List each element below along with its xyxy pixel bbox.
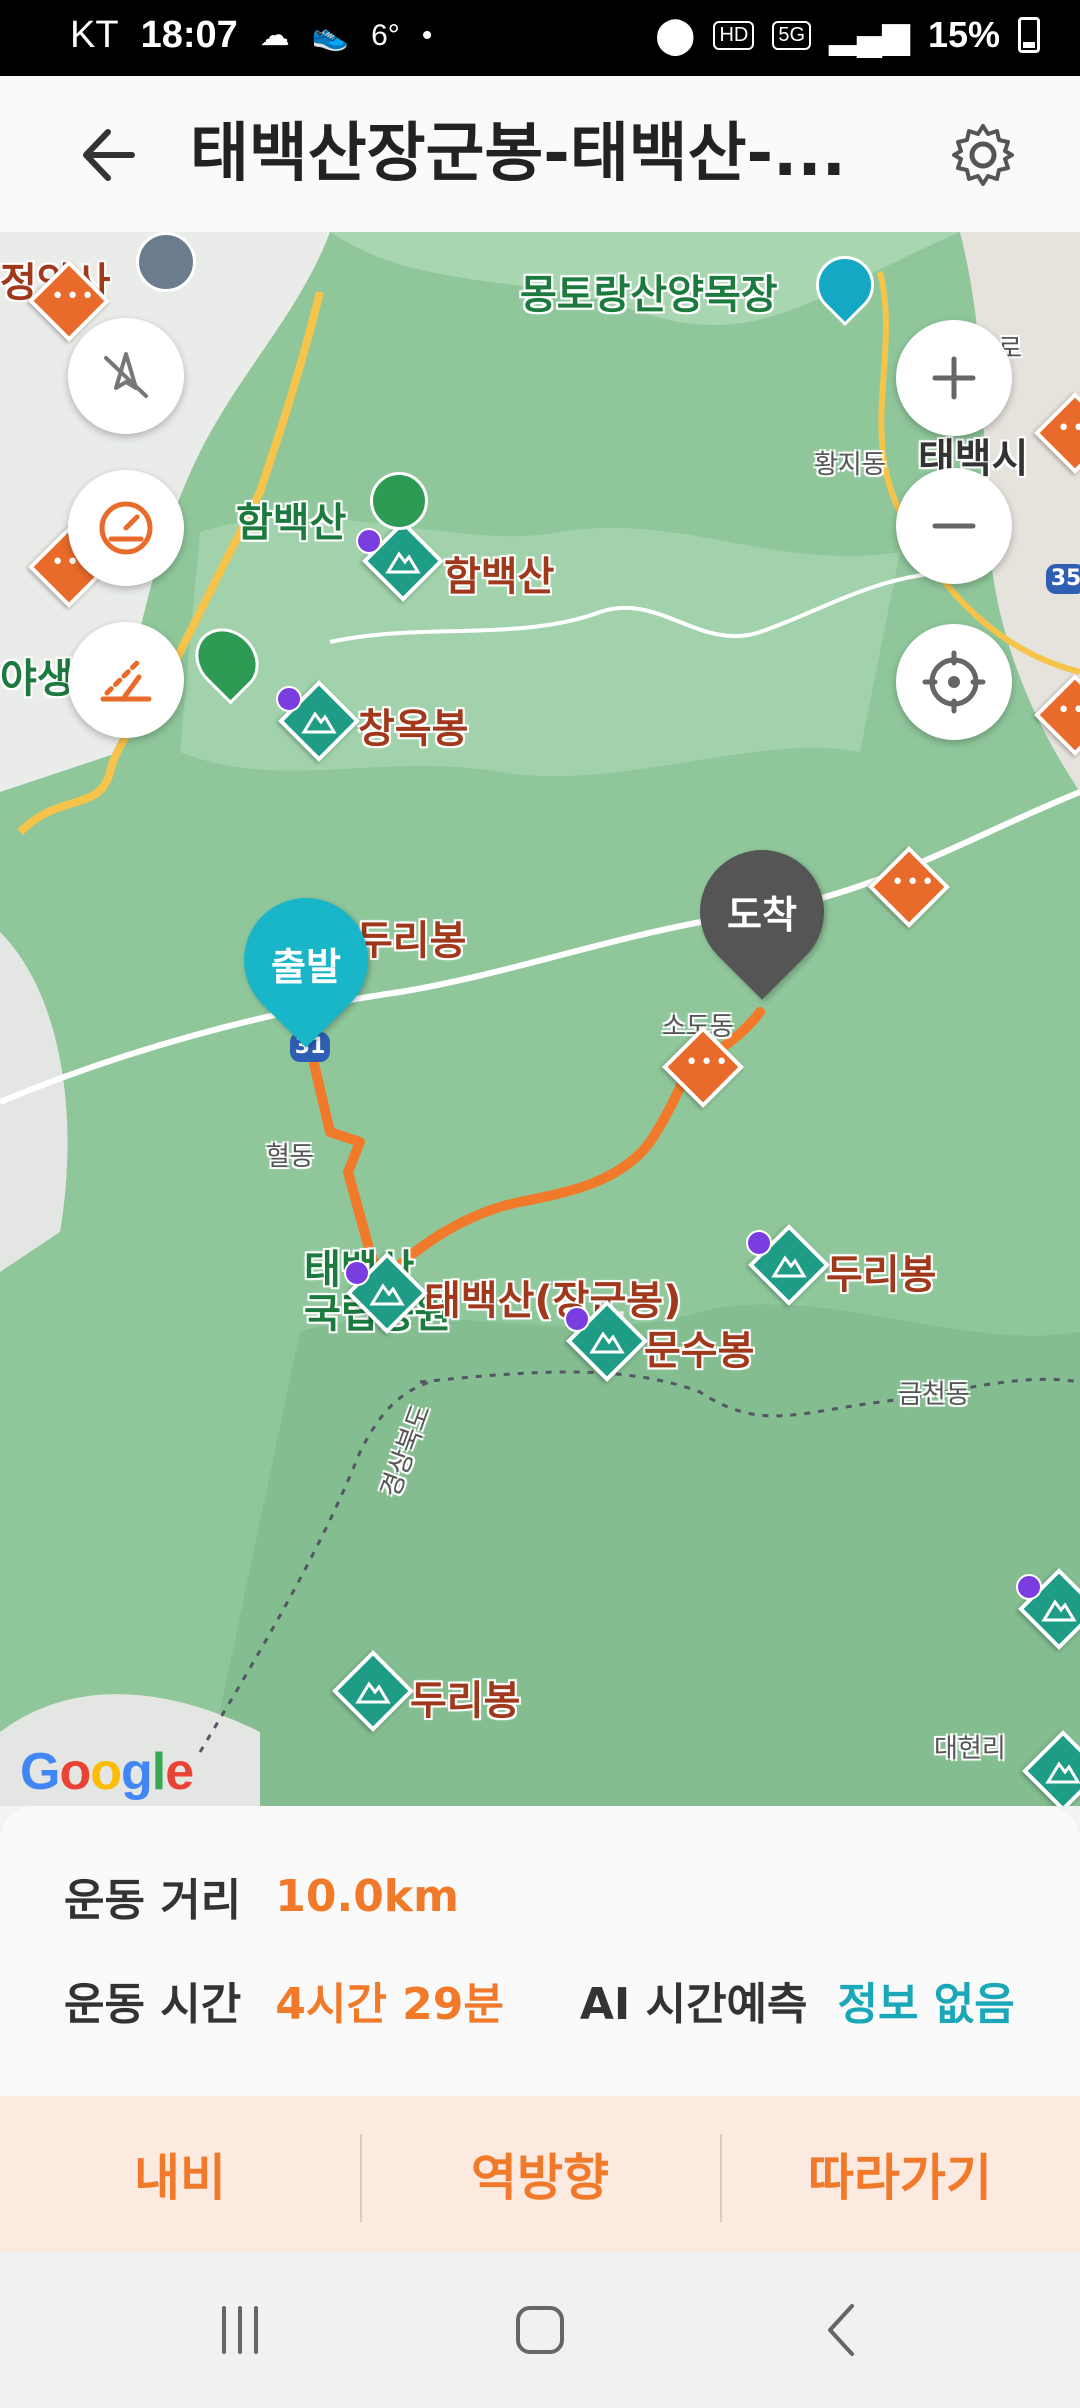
mountain-icon bbox=[771, 1255, 807, 1278]
elevation-button[interactable] bbox=[68, 622, 184, 738]
summit-badge-icon bbox=[276, 686, 302, 712]
minus-icon bbox=[932, 523, 976, 529]
location-icon: ⬤ bbox=[655, 14, 696, 55]
compass-toggle-button[interactable] bbox=[68, 318, 184, 434]
zoom-in-button[interactable] bbox=[896, 320, 1012, 436]
mountain-icon bbox=[1045, 1761, 1080, 1784]
speedometer-button[interactable] bbox=[68, 470, 184, 586]
network-badge: 5G bbox=[772, 20, 812, 50]
home-button[interactable] bbox=[510, 2300, 570, 2360]
hd-badge: HD bbox=[713, 20, 755, 50]
mountain-poi-icon[interactable] bbox=[370, 472, 428, 530]
carrier: KT bbox=[70, 14, 119, 56]
mountain-icon bbox=[385, 551, 421, 574]
my-location-button[interactable] bbox=[896, 624, 1012, 740]
label-hwangji: 황지동 bbox=[814, 450, 886, 480]
status-right: ⬤ HD 5G ▂▄▆ 15% bbox=[655, 14, 1040, 56]
home-icon bbox=[516, 2306, 564, 2354]
summit-badge-icon bbox=[344, 1260, 370, 1286]
summit-badge-icon bbox=[1016, 1574, 1042, 1600]
battery-icon bbox=[1018, 17, 1040, 53]
distance-row: 운동 거리 10.0km bbox=[64, 1864, 459, 1928]
weather-icon: ☁ bbox=[259, 19, 290, 52]
label-hambaeksan-green: 함백산 bbox=[236, 500, 347, 546]
label-hambaeksan: 함백산 bbox=[444, 554, 555, 600]
clock: 18:07 bbox=[140, 14, 238, 56]
label-munsu: 문수봉 bbox=[644, 1328, 755, 1374]
google-logo: Google bbox=[20, 1743, 194, 1801]
back-button[interactable] bbox=[74, 120, 144, 190]
distance-value: 10.0km bbox=[275, 1870, 459, 1922]
app-bar: 태백산장군봉-태백산-... bbox=[0, 76, 1080, 232]
compass-off-icon bbox=[104, 352, 148, 398]
elevation-icon bbox=[100, 658, 152, 702]
label-janggun: 태백산(장군봉) bbox=[424, 1278, 682, 1324]
ai-value: 정보 없음 bbox=[837, 1979, 1015, 2030]
label-geumcheon: 금천동 bbox=[898, 1380, 970, 1410]
action-bar: 내비 역방향 따라가기 bbox=[0, 2096, 1080, 2252]
temperature: 6° bbox=[371, 18, 400, 52]
crosshair-icon bbox=[922, 650, 986, 714]
mountain-icon bbox=[355, 1681, 391, 1704]
summit-badge-icon bbox=[564, 1306, 590, 1332]
status-bar: KT 18:07 ☁ 👟 6° • ⬤ HD 5G ▂▄▆ 15% bbox=[0, 0, 1080, 76]
recent-apps-icon bbox=[222, 2306, 258, 2354]
map-view[interactable]: 정암사 몽토랑산양목장 함백산 함백산 창옥봉 야생화 황지동 태백시 로 두리… bbox=[0, 232, 1080, 1806]
arrow-left-icon bbox=[83, 129, 135, 181]
navi-button[interactable]: 내비 bbox=[0, 2096, 360, 2252]
start-pin-label: 출발 bbox=[271, 945, 341, 989]
route-shield-2: 35 bbox=[1046, 564, 1080, 594]
end-pin-label: 도착 bbox=[727, 893, 797, 937]
time-row: 운동 시간 4시간 29분 AI 시간예측 정보 없음 bbox=[64, 1968, 1015, 2032]
label-mongto: 몽토랑산양목장 bbox=[520, 272, 778, 318]
mountain-icon bbox=[369, 1283, 405, 1306]
gear-icon bbox=[952, 124, 1014, 186]
status-left: KT 18:07 ☁ 👟 6° • bbox=[70, 14, 432, 57]
route-info-panel: 운동 거리 10.0km 운동 시간 4시간 29분 AI 시간예측 정보 없음 bbox=[0, 1806, 1080, 2096]
chevron-left-icon bbox=[828, 2304, 854, 2356]
temple-poi-icon[interactable] bbox=[136, 232, 196, 292]
mountain-icon bbox=[301, 711, 337, 734]
follow-button[interactable]: 따라가기 bbox=[720, 2096, 1080, 2252]
label-daehyeon: 대현리 bbox=[934, 1734, 1006, 1764]
speedometer-icon bbox=[99, 501, 153, 555]
label-hyeol: 혈동 bbox=[266, 1142, 314, 1172]
label-duribong-1: 두리봉 bbox=[356, 918, 467, 964]
system-nav-bar bbox=[0, 2252, 1080, 2408]
zoom-out-button[interactable] bbox=[896, 468, 1012, 584]
notification-dot: • bbox=[421, 18, 433, 52]
reverse-button[interactable]: 역방향 bbox=[360, 2096, 720, 2252]
settings-button[interactable] bbox=[950, 122, 1016, 188]
mountain-icon bbox=[1041, 1599, 1077, 1622]
back-nav-button[interactable] bbox=[814, 2300, 874, 2360]
mountain-icon bbox=[589, 1331, 625, 1354]
ai-label: AI 시간예측 bbox=[579, 1979, 808, 2030]
summit-badge-icon bbox=[746, 1230, 772, 1256]
label-duribong-3: 두리봉 bbox=[410, 1678, 521, 1724]
time-label: 운동 시간 bbox=[64, 1979, 242, 2030]
distance-label: 운동 거리 bbox=[64, 1875, 242, 1926]
page-title: 태백산장군봉-태백산-... bbox=[190, 117, 846, 191]
shoe-icon: 👟 bbox=[311, 19, 350, 52]
recent-apps-button[interactable] bbox=[210, 2300, 270, 2360]
time-value: 4시간 29분 bbox=[275, 1979, 504, 2030]
battery-percent: 15% bbox=[927, 14, 1000, 55]
signal-icon: ▂▄▆ bbox=[829, 14, 910, 55]
plus-icon bbox=[932, 356, 976, 400]
label-duribong-2: 두리봉 bbox=[826, 1252, 937, 1298]
label-changokbong: 창옥봉 bbox=[358, 706, 469, 752]
summit-badge-icon bbox=[356, 528, 382, 554]
